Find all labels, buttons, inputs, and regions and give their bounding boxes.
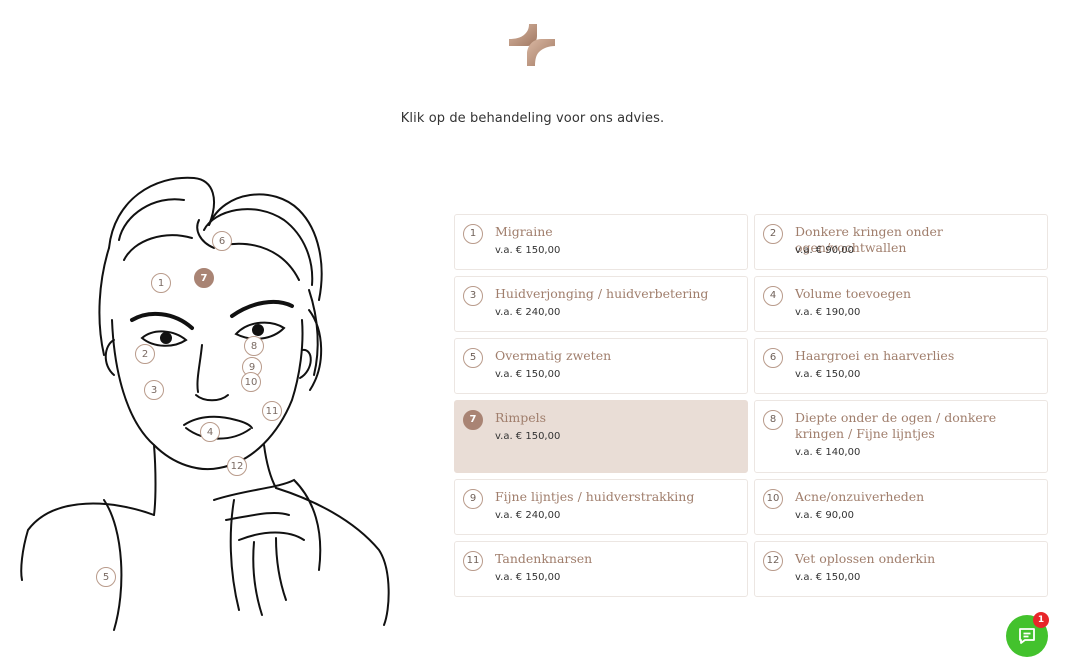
chat-icon <box>1019 628 1035 644</box>
face-marker-7[interactable]: 7 <box>194 268 214 288</box>
treatment-number: 12 <box>763 551 783 571</box>
treatment-card-9[interactable]: 9 Fijne lijntjes / huidverstrakking v.a.… <box>454 479 748 535</box>
treatment-card-3[interactable]: 3 Huidverjonging / huidverbetering v.a. … <box>454 276 748 332</box>
treatment-title: Vet oplossen onderkin <box>795 551 936 566</box>
treatment-number: 11 <box>463 551 483 571</box>
treatment-title: Tandenknarsen <box>495 551 593 566</box>
treatment-number: 9 <box>463 489 483 509</box>
treatment-price: v.a. € 140,00 <box>795 447 861 458</box>
treatment-card-8[interactable]: 8 Diepte onder de ogen / donkere kringen… <box>754 400 1048 473</box>
treatment-title: Acne/onzuiverheden <box>795 489 925 504</box>
intro-text: Klik op de behandeling voor ons advies. <box>400 111 665 126</box>
treatment-title: Fijne lijntjes / huidverstrakking <box>495 489 695 504</box>
treatment-card-12[interactable]: 12 Vet oplossen onderkin v.a. € 150,00 <box>754 541 1048 597</box>
treatment-title: Haargroei en haarverlies <box>795 348 955 363</box>
treatment-number: 7 <box>463 410 483 430</box>
treatment-price: v.a. € 150,00 <box>795 369 861 380</box>
treatment-number: 4 <box>763 286 783 306</box>
treatment-card-11[interactable]: 11 Tandenknarsen v.a. € 150,00 <box>454 541 748 597</box>
treatment-card-5[interactable]: 5 Overmatig zweten v.a. € 150,00 <box>454 338 748 394</box>
treatment-title: Huidverjonging / huidverbetering <box>495 286 709 301</box>
face-marker-4[interactable]: 4 <box>200 422 220 442</box>
treatment-price: v.a. € 190,00 <box>795 307 861 318</box>
treatment-title: Overmatig zweten <box>495 348 612 363</box>
treatment-number: 5 <box>463 348 483 368</box>
face-illustration <box>20 176 390 631</box>
treatment-price: v.a. € 90,00 <box>795 510 854 521</box>
treatment-price: v.a. € 240,00 <box>495 510 561 521</box>
face-marker-5[interactable]: 5 <box>96 567 116 587</box>
face-marker-12[interactable]: 12 <box>227 456 247 476</box>
brand-logo <box>509 24 555 66</box>
face-marker-2[interactable]: 2 <box>135 344 155 364</box>
treatment-card-2[interactable]: 2 Donkere kringen onder ogen/vochtwallen… <box>754 214 1048 270</box>
treatment-price: v.a. € 150,00 <box>495 369 561 380</box>
treatment-price: v.a. € 150,00 <box>495 572 561 583</box>
treatment-number: 3 <box>463 286 483 306</box>
treatment-number: 2 <box>763 224 783 244</box>
treatment-title: Diepte onder de ogen / donkere kringen /… <box>795 410 997 441</box>
face-marker-1[interactable]: 1 <box>151 273 171 293</box>
treatment-title: Rimpels <box>495 410 547 425</box>
treatment-card-4[interactable]: 4 Volume toevoegen v.a. € 190,00 <box>754 276 1048 332</box>
notification-badge: 1 <box>1033 612 1049 628</box>
treatment-price: v.a. € 150,00 <box>795 572 861 583</box>
face-marker-6[interactable]: 6 <box>212 231 232 251</box>
treatment-price: v.a. € 150,00 <box>495 431 561 442</box>
treatment-card-7[interactable]: 7 Rimpels v.a. € 150,00 <box>454 400 748 473</box>
treatment-number: 10 <box>763 489 783 509</box>
treatment-number: 6 <box>763 348 783 368</box>
treatment-card-10[interactable]: 10 Acne/onzuiverheden v.a. € 90,00 <box>754 479 1048 535</box>
treatment-number: 8 <box>763 410 783 430</box>
treatment-title: Volume toevoegen <box>795 286 912 301</box>
face-marker-10[interactable]: 10 <box>241 372 261 392</box>
treatment-price: v.a. € 240,00 <box>495 307 561 318</box>
treatment-title: Migraine <box>495 224 553 239</box>
treatment-price: v.a. € 90,00 <box>795 245 854 256</box>
treatment-card-1[interactable]: 1 Migraine v.a. € 150,00 <box>454 214 748 270</box>
treatment-card-6[interactable]: 6 Haargroei en haarverlies v.a. € 150,00 <box>754 338 1048 394</box>
face-marker-3[interactable]: 3 <box>144 380 164 400</box>
treatment-number: 1 <box>463 224 483 244</box>
face-marker-8[interactable]: 8 <box>244 336 264 356</box>
face-marker-11[interactable]: 11 <box>262 401 282 421</box>
treatment-price: v.a. € 150,00 <box>495 245 561 256</box>
